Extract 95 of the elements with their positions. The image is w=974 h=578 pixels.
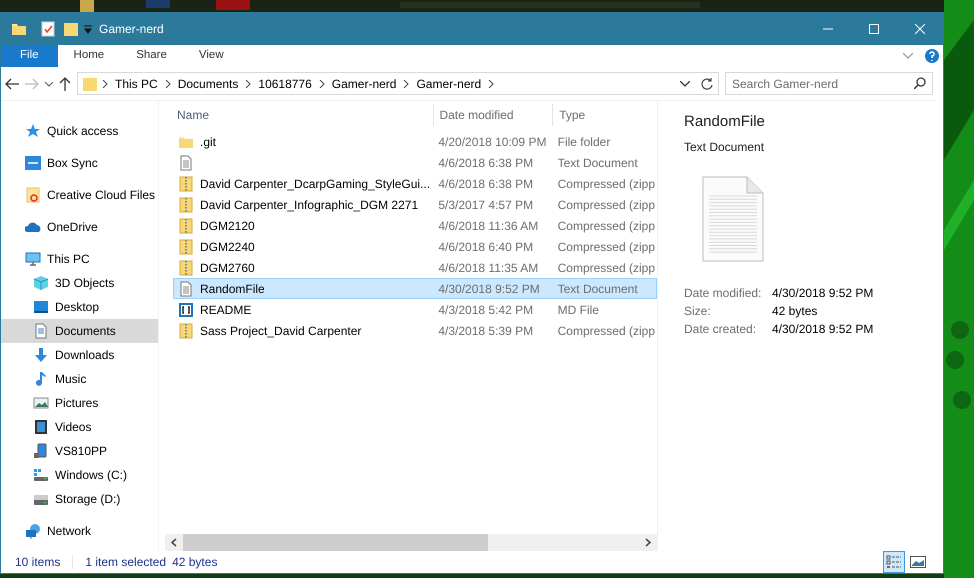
search-field[interactable]: Search Gamer-nerd	[725, 72, 933, 95]
phone-icon	[33, 443, 49, 459]
chevron-right-icon	[403, 80, 410, 88]
file-row[interactable]: DGM2760 4/6/2018 11:35 AM Compressed (zipp.	[173, 257, 657, 278]
large-icons-icon	[910, 556, 926, 568]
nav-item[interactable]: 3D Objects	[1, 271, 158, 295]
item-count: 10 items	[15, 554, 60, 571]
breadcrumb-item[interactable]: This PC	[112, 74, 161, 92]
property-value: 4/30/2018 9:52 PM	[772, 322, 874, 336]
close-icon	[915, 24, 925, 34]
file-title: RandomFile	[684, 112, 766, 132]
nav-item[interactable]: This PC	[1, 247, 158, 271]
nav-item[interactable]: VS810PP	[1, 439, 158, 463]
file-row[interactable]: RandomFile 4/30/2018 9:52 PM Text Document	[173, 278, 657, 299]
chevron-right-icon	[488, 80, 494, 88]
back-arrow-icon[interactable]	[5, 78, 19, 90]
file-row[interactable]: David Carpenter_DcarpGaming_StyleGui... 4/6/2018 6:38 PM Compressed (zipp.	[173, 173, 657, 194]
dropdown-icon[interactable]	[83, 24, 93, 34]
breadcrumb-item[interactable]: Gamer-nerd	[413, 74, 484, 92]
property-label: Date modified:	[684, 284, 762, 302]
nav-item[interactable]: Windows (C:)	[1, 463, 158, 487]
search-icon	[914, 77, 926, 89]
zipped-folder-icon	[178, 218, 194, 234]
property-label: Date created:	[684, 320, 758, 338]
maximize-icon	[869, 24, 879, 34]
music-note-icon	[33, 371, 49, 387]
bracket-file-icon	[178, 302, 194, 318]
file-row[interactable]: DGM2120 4/6/2018 11:36 AM Compressed (zipp.	[173, 215, 657, 236]
chevron-right-icon	[164, 80, 171, 88]
nav-item[interactable]: Quick access	[1, 119, 158, 143]
selection-count: 1 item selected	[85, 554, 166, 571]
nav-item[interactable]: OneDrive	[1, 215, 158, 239]
chevron-right-icon	[318, 80, 325, 88]
window-title: Gamer-nerd	[99, 21, 164, 38]
down-arrow-icon	[33, 347, 49, 363]
file-row[interactable]: Sass Project_David Carpenter 4/3/2018 5:39 PM Compressed (zipp.	[173, 320, 657, 341]
details-list-icon	[886, 555, 902, 569]
drive-icon	[33, 467, 49, 483]
nav-item[interactable]: Videos	[1, 415, 158, 439]
nav-item[interactable]: Pictures	[1, 391, 158, 415]
file-type-label: Text Document	[684, 138, 766, 156]
column-header[interactable]: Date modified	[433, 104, 552, 126]
up-arrow-icon[interactable]	[59, 76, 71, 90]
zipped-folder-icon	[178, 260, 194, 276]
breadcrumb-item[interactable]: Documents	[174, 74, 242, 92]
horizontal-scrollbar[interactable]	[165, 534, 657, 551]
star-icon	[25, 123, 41, 139]
monitor-icon	[33, 299, 49, 315]
checklist-icon[interactable]	[41, 21, 55, 37]
nav-item[interactable]: Desktop	[1, 295, 158, 319]
nav-item[interactable]: Downloads	[1, 343, 158, 367]
help-icon[interactable]	[925, 49, 939, 63]
address-bar[interactable]: This PC Documents 10618776 Gamer-nerd Gamer-nerd	[77, 72, 719, 95]
zipped-folder-icon	[178, 196, 194, 212]
cube-icon	[33, 275, 49, 291]
box-icon	[25, 155, 41, 171]
file-menu-button[interactable]: File	[1, 45, 58, 67]
details-view-button[interactable]	[883, 551, 905, 573]
zipped-folder-icon	[178, 238, 194, 254]
expand-chevron-icon[interactable]	[903, 53, 913, 59]
refresh-icon[interactable]	[700, 76, 714, 90]
scroll-left-icon	[171, 538, 177, 547]
document-icon	[178, 280, 194, 296]
document-icon	[702, 176, 764, 262]
nav-item[interactable]: Documents	[1, 319, 158, 343]
property-value: 4/30/2018 9:52 PM	[772, 286, 874, 300]
file-row[interactable]: README 4/3/2018 5:42 PM MD File	[173, 299, 657, 320]
network-icon	[25, 523, 41, 539]
file-row[interactable]: David Carpenter_Infographic_DGM 2271 5/3/2017 4:57 PM Compressed (zipp.	[173, 194, 657, 215]
column-header[interactable]: Type	[552, 104, 658, 126]
document-icon	[33, 323, 49, 339]
chevron-right-icon	[102, 80, 108, 88]
selection-size: 42 bytes	[172, 554, 218, 571]
property-label: Size:	[684, 302, 712, 320]
nav-item[interactable]: Music	[1, 367, 158, 391]
file-row[interactable]: DGM2240 4/6/2018 6:40 PM Compressed (zipp.	[173, 236, 657, 257]
column-header[interactable]: Name	[173, 104, 434, 126]
breadcrumb-item[interactable]: 10618776	[255, 74, 315, 92]
nav-item[interactable]: Box Sync	[1, 151, 158, 175]
scroll-right-icon	[645, 538, 651, 547]
dropdown-chevron-icon[interactable]	[680, 80, 690, 86]
zipped-folder-icon	[178, 322, 194, 338]
breadcrumb-item[interactable]: Gamer-nerd	[328, 74, 400, 92]
nav-item[interactable]: Creative Cloud Files	[1, 183, 158, 207]
file-row[interactable]: 4/6/2018 6:38 PM Text Document	[173, 152, 657, 173]
document-icon	[178, 154, 194, 170]
landscape-icon	[33, 395, 49, 411]
file-row[interactable]: .git 4/20/2018 10:09 PM File folder	[173, 131, 657, 152]
chevron-right-icon	[245, 80, 252, 88]
property-value: 42 bytes	[772, 304, 818, 318]
nav-item[interactable]: Storage (D:)	[1, 487, 158, 511]
computer-icon	[25, 251, 41, 267]
nav-item[interactable]: Network	[1, 519, 158, 543]
dropdown-chevron-icon[interactable]	[45, 80, 53, 86]
zipped-folder-icon	[178, 176, 194, 192]
